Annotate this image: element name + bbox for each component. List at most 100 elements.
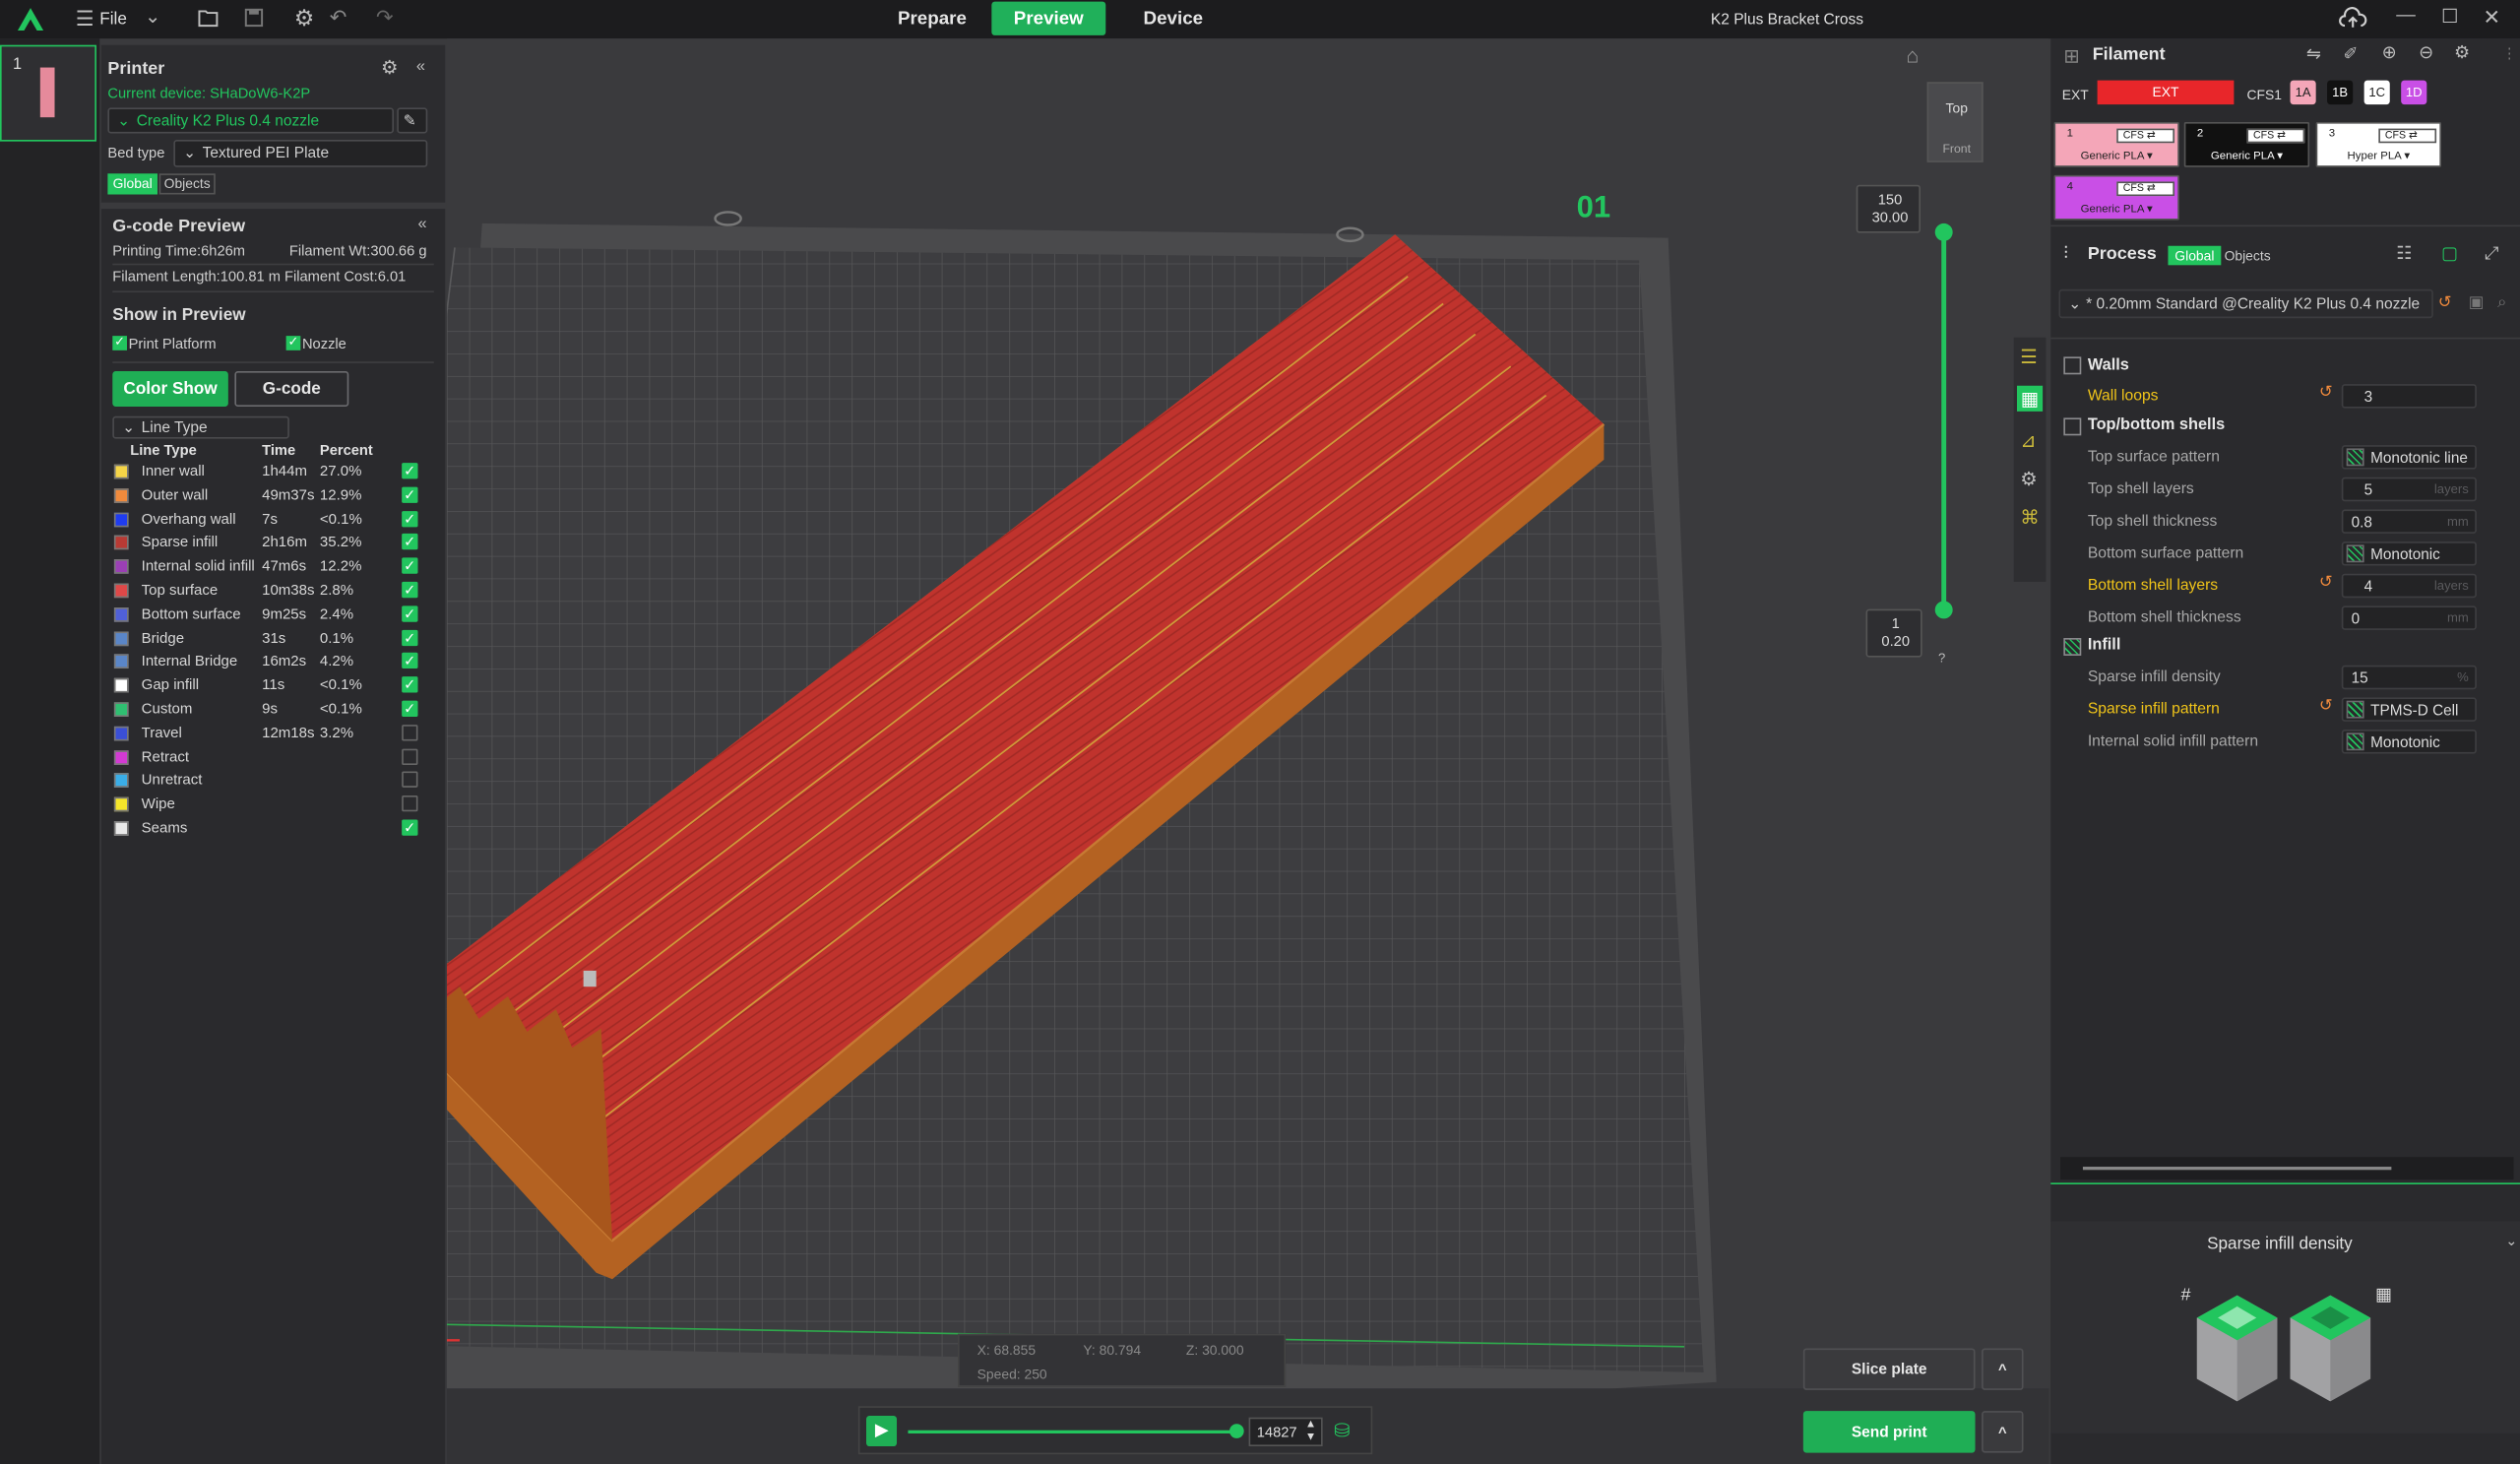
- cloud-upload-icon[interactable]: [2339, 7, 2367, 30]
- cfs-slot-chip[interactable]: 1D: [2401, 80, 2427, 105]
- layers-stack-icon[interactable]: ⛁: [1334, 1421, 1350, 1440]
- process-objects-tab[interactable]: Objects: [2225, 247, 2271, 263]
- filament-settings-icon[interactable]: ⚙: [2454, 44, 2470, 63]
- bottom-shell-layers-input[interactable]: 4 layers: [2341, 573, 2477, 599]
- line-type-row[interactable]: Wipe: [111, 795, 433, 817]
- save-preset-icon[interactable]: ▣: [2469, 295, 2484, 311]
- move-slider-track[interactable]: [908, 1430, 1239, 1433]
- internal-solid-infill-select[interactable]: Monotonic: [2341, 730, 2477, 754]
- view-cube[interactable]: Top Front: [1926, 82, 1984, 162]
- settings-icon[interactable]: ⚙: [2020, 470, 2038, 489]
- filament-item[interactable]: 1 CFS ⇄ Generic PLA ▾: [2053, 122, 2179, 167]
- slice-plate-button[interactable]: Slice plate: [1802, 1348, 1976, 1390]
- nozzle-checkbox[interactable]: ✓: [285, 335, 301, 350]
- line-type-checkbox[interactable]: ✓: [402, 676, 418, 693]
- cfs-toggle[interactable]: CFS ⇄: [2116, 128, 2174, 144]
- scrollbar-thumb[interactable]: [2082, 1167, 2392, 1171]
- line-type-checkbox[interactable]: [402, 796, 418, 812]
- collapse-icon[interactable]: «: [417, 217, 426, 232]
- move-slider-handle[interactable]: [1228, 1424, 1244, 1438]
- color-show-button[interactable]: Color Show: [112, 371, 228, 407]
- line-type-row[interactable]: Bottom surface 9m25s 2.4% ✓: [111, 604, 433, 626]
- play-button[interactable]: ▶: [865, 1416, 898, 1447]
- print-platform-checkbox[interactable]: ✓: [112, 335, 127, 350]
- assembly-icon[interactable]: ⌘: [2020, 508, 2040, 528]
- filament-item[interactable]: 3 CFS ⇄ Hyper PLA ▾: [2315, 122, 2441, 167]
- printer-global-tab[interactable]: Global: [107, 173, 158, 195]
- send-options-button[interactable]: ^: [1982, 1411, 2024, 1453]
- home-icon[interactable]: ⌂: [1906, 45, 1919, 66]
- reset-icon[interactable]: ↺: [2319, 385, 2333, 402]
- layer-slider-top-handle[interactable]: [1934, 223, 1953, 241]
- horizontal-scrollbar[interactable]: [2060, 1157, 2514, 1180]
- open-folder-icon[interactable]: [198, 8, 220, 28]
- filament-type[interactable]: Generic PLA ▾: [2055, 150, 2177, 161]
- printer-settings-icon[interactable]: ⚙: [381, 58, 399, 78]
- save-icon[interactable]: [244, 8, 264, 28]
- layers-icon[interactable]: ☰: [2020, 348, 2038, 367]
- brush-icon[interactable]: ✐: [2343, 46, 2358, 64]
- remove-circle-icon[interactable]: ⊖: [2419, 44, 2433, 63]
- close-icon[interactable]: ✕: [2483, 7, 2500, 28]
- search-icon[interactable]: ⌕: [2497, 295, 2506, 311]
- wall-loops-input[interactable]: 3: [2341, 384, 2477, 409]
- slice-options-button[interactable]: ^: [1982, 1348, 2024, 1390]
- line-type-checkbox[interactable]: ✓: [402, 581, 418, 599]
- reset-icon[interactable]: ↺: [2438, 295, 2452, 311]
- line-type-checkbox[interactable]: ✓: [402, 486, 418, 503]
- sparse-infill-pattern-select[interactable]: TPMS-D Cell: [2341, 697, 2477, 722]
- line-type-row[interactable]: Inner wall 1h44m 27.0% ✓: [111, 461, 433, 483]
- line-type-checkbox[interactable]: ✓: [402, 629, 418, 646]
- minimize-icon[interactable]: —: [2396, 5, 2416, 25]
- line-type-checkbox[interactable]: ✓: [402, 534, 418, 550]
- tab-prepare[interactable]: Prepare: [881, 2, 983, 35]
- plate-thumbnail[interactable]: 1: [0, 44, 96, 142]
- top-shell-layers-input[interactable]: 5 layers: [2341, 477, 2477, 502]
- line-type-checkbox[interactable]: ✓: [402, 605, 418, 622]
- collapse-icon[interactable]: «: [416, 59, 425, 75]
- filament-type[interactable]: Hyper PLA ▾: [2317, 150, 2439, 161]
- printer-preset-select[interactable]: ⌄ Creality K2 Plus 0.4 nozzle: [107, 107, 394, 134]
- file-menu[interactable]: File: [99, 10, 127, 30]
- layer-slider-track[interactable]: [1941, 232, 1947, 612]
- cfs-toggle[interactable]: CFS ⇄: [2246, 128, 2305, 144]
- gcode-button[interactable]: G-code: [234, 371, 349, 407]
- bottom-shell-thickness-input[interactable]: 0 mm: [2341, 605, 2477, 630]
- layer-slider-bottom-handle[interactable]: [1934, 601, 1953, 619]
- expand-icon[interactable]: ⤢: [2485, 245, 2498, 264]
- compare-icon[interactable]: ▢: [2441, 245, 2458, 264]
- maximize-icon[interactable]: ☐: [2441, 7, 2459, 27]
- stepper-icon[interactable]: ▲ ▼: [1305, 1419, 1316, 1444]
- line-type-checkbox[interactable]: ✓: [402, 700, 418, 717]
- top-shell-thickness-input[interactable]: 0.8 mm: [2341, 509, 2477, 534]
- line-type-row[interactable]: Outer wall 49m37s 12.9% ✓: [111, 485, 433, 508]
- line-type-checkbox[interactable]: [402, 724, 418, 741]
- view-cube-front[interactable]: Front: [1928, 142, 1984, 157]
- line-type-row[interactable]: Unretract: [111, 770, 433, 793]
- undo-icon[interactable]: ↶: [330, 7, 347, 28]
- line-type-row[interactable]: Overhang wall 7s <0.1% ✓: [111, 509, 433, 532]
- sync-icon[interactable]: ⇋: [2306, 46, 2321, 64]
- filament-item[interactable]: 4 CFS ⇄ Generic PLA ▾: [2053, 174, 2179, 221]
- cfs-slot-chip[interactable]: 1C: [2363, 80, 2390, 105]
- top-surface-pattern-select[interactable]: Monotonic line: [2341, 445, 2477, 470]
- view-type-select[interactable]: ⌄ Line Type: [112, 415, 289, 439]
- reset-icon[interactable]: ↺: [2319, 575, 2333, 591]
- cfs-slot-chip[interactable]: 1B: [2327, 80, 2354, 105]
- tab-preview[interactable]: Preview: [991, 1, 1106, 35]
- view-cube-top[interactable]: Top: [1928, 99, 1984, 115]
- line-type-checkbox[interactable]: [402, 772, 418, 789]
- line-type-row[interactable]: Travel 12m18s 3.2%: [111, 723, 433, 745]
- line-type-checkbox[interactable]: ✓: [402, 653, 418, 669]
- cfs-toggle[interactable]: CFS ⇄: [2378, 128, 2437, 144]
- line-type-row[interactable]: Bridge 31s 0.1% ✓: [111, 628, 433, 651]
- chevron-down-icon[interactable]: ⌄: [2505, 1234, 2517, 1249]
- preview-mode-icon[interactable]: ▦: [2016, 385, 2044, 412]
- line-type-row[interactable]: Seams ✓: [111, 818, 433, 841]
- hamburger-menu-icon[interactable]: ☰: [76, 8, 94, 29]
- line-type-row[interactable]: Top surface 10m38s 2.8% ✓: [111, 580, 433, 603]
- reset-icon[interactable]: ↺: [2319, 698, 2333, 715]
- ext-slot-chip[interactable]: EXT: [2097, 80, 2235, 105]
- cfs-slot-chip[interactable]: 1A: [2290, 80, 2316, 105]
- line-type-checkbox[interactable]: [402, 747, 418, 765]
